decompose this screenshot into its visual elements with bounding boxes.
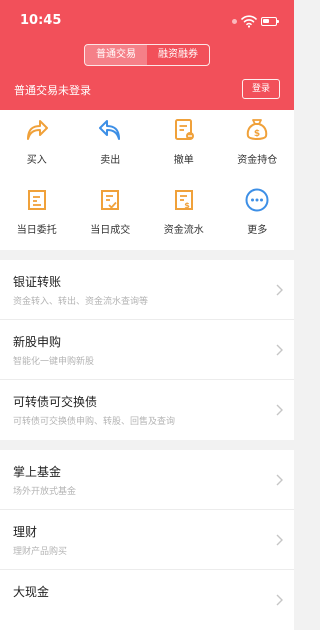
today-order-icon — [27, 190, 46, 210]
tab-margin-trade[interactable]: 融资融券 — [147, 45, 209, 65]
action-label: 撤单 — [173, 155, 194, 166]
menu-item-title: 新股申购 — [13, 335, 62, 349]
action-buy[interactable]: 买入 — [0, 110, 74, 180]
chevron-right-icon — [276, 594, 283, 606]
menu-item-ipo-subscribe[interactable]: 新股申购 智能化一键申购新股 — [0, 320, 294, 380]
chevron-right-icon — [276, 474, 283, 486]
action-cancel-order[interactable]: 撤单 — [147, 110, 221, 180]
action-today-deal[interactable]: 当日成交 — [74, 180, 148, 250]
action-label: 当日委托 — [16, 225, 57, 236]
menu-item-convertible-bond[interactable]: 可转债可交换债 可转债可交换债申购、转股、回售及查询 — [0, 380, 294, 440]
cancel-order-icon — [174, 119, 194, 140]
menu-item-title: 可转债可交换债 — [13, 395, 98, 409]
svg-text:$: $ — [254, 129, 260, 139]
menu-group-transfer: 银证转账 资金转入、转出、资金流水查询等 新股申购 智能化一键申购新股 可转债可… — [0, 260, 294, 440]
menu-item-subtitle: 场外开放式基金 — [13, 487, 77, 497]
more-icon — [245, 188, 269, 212]
menu-item-subtitle: 理财产品购买 — [13, 547, 68, 557]
status-icons — [232, 15, 279, 29]
menu-item-title: 理财 — [13, 525, 38, 539]
menu-item-title: 大现金 — [13, 585, 50, 599]
menu-item-subtitle: 智能化一键申购新股 — [13, 357, 95, 367]
action-label: 买入 — [26, 155, 47, 166]
menu-item-title: 掌上基金 — [13, 465, 62, 479]
chevron-right-icon — [276, 534, 283, 546]
section-gap — [0, 250, 294, 260]
signal-icon — [232, 19, 237, 24]
battery-icon — [261, 17, 279, 26]
header: 10:45 普通交易 融资融券 普通交易未登录 登录 — [0, 0, 294, 110]
action-label: 当日成交 — [90, 225, 131, 236]
section-gap — [0, 440, 294, 450]
menu-item-subtitle: 资金转入、转出、资金流水查询等 — [13, 297, 149, 307]
menu-item-wealth-management[interactable]: 理财 理财产品购买 — [0, 510, 294, 570]
money-bag-icon: $ — [247, 119, 268, 140]
menu-item-title: 银证转账 — [13, 275, 62, 289]
login-row: 普通交易未登录 登录 — [14, 78, 280, 100]
chevron-right-icon — [276, 404, 283, 416]
buy-arrow-icon — [26, 120, 48, 140]
menu-item-subtitle: 可转债可交换债申购、转股、回售及查询 — [13, 417, 176, 427]
tab-normal-trade[interactable]: 普通交易 — [85, 45, 147, 65]
action-more[interactable]: 更多 — [221, 180, 295, 250]
fund-flow-icon: $ — [174, 190, 193, 210]
today-deal-icon — [101, 190, 120, 210]
chevron-right-icon — [276, 284, 283, 296]
login-button[interactable]: 登录 — [242, 79, 280, 99]
action-sell[interactable]: 卖出 — [74, 110, 148, 180]
menu-group-finance: 掌上基金 场外开放式基金 理财 理财产品购买 大现金 — [0, 450, 294, 630]
action-today-order[interactable]: 当日委托 — [0, 180, 74, 250]
status-time: 10:45 — [20, 13, 62, 28]
action-grid: 买入 卖出 撤单 $ 资金持仓 当日委托 当日成交 $ 资金流水 更多 — [0, 110, 294, 250]
menu-item-big-cash[interactable]: 大现金 — [0, 570, 294, 630]
status-bar: 10:45 — [20, 12, 282, 32]
action-fund-position[interactable]: $ 资金持仓 — [221, 110, 295, 180]
menu-item-bank-transfer[interactable]: 银证转账 资金转入、转出、资金流水查询等 — [0, 260, 294, 320]
action-label: 更多 — [247, 225, 268, 236]
action-label: 资金流水 — [163, 225, 204, 236]
action-fund-flow[interactable]: $ 资金流水 — [147, 180, 221, 250]
svg-text:$: $ — [184, 201, 190, 210]
wifi-icon — [241, 15, 257, 28]
login-status-text: 普通交易未登录 — [14, 84, 91, 97]
action-label: 卖出 — [100, 155, 121, 166]
action-label: 资金持仓 — [237, 155, 278, 166]
sell-arrow-icon — [99, 120, 121, 140]
chevron-right-icon — [276, 344, 283, 356]
trade-type-segment: 普通交易 融资融券 — [84, 44, 210, 66]
menu-item-mobile-fund[interactable]: 掌上基金 场外开放式基金 — [0, 450, 294, 510]
